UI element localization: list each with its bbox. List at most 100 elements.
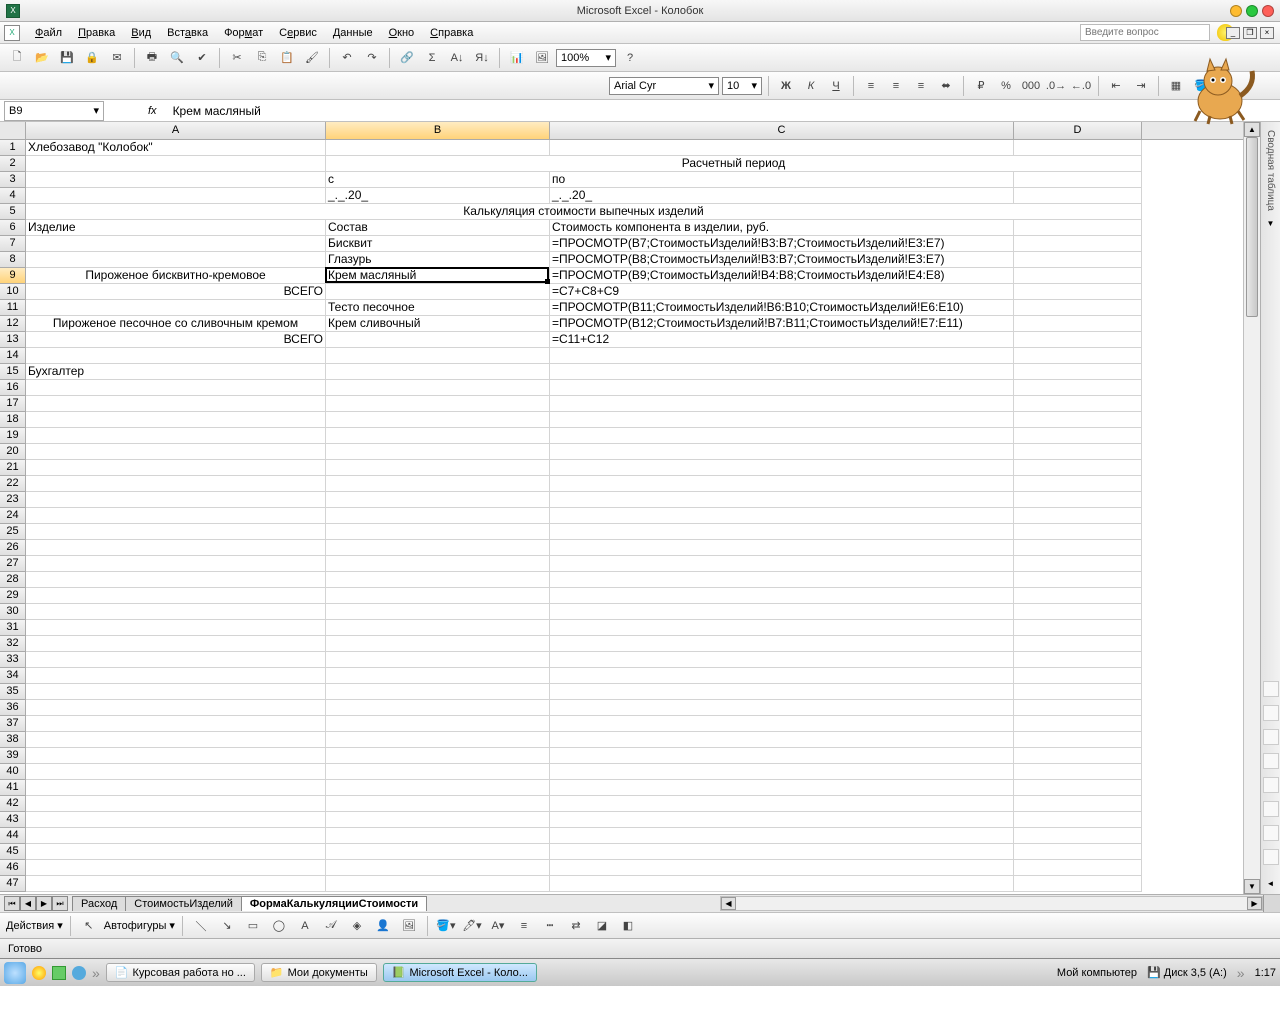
permission-button[interactable]: 🔒 [81,47,103,69]
cell[interactable] [326,620,550,636]
cell[interactable] [550,748,1014,764]
fx-label[interactable]: fx [148,105,157,117]
cell[interactable] [550,812,1014,828]
cell[interactable] [26,732,326,748]
cell[interactable] [26,524,326,540]
menu-view[interactable]: Вид [124,25,158,41]
doc-restore-button[interactable]: ❐ [1243,27,1257,39]
cell[interactable] [1014,588,1142,604]
cell[interactable]: ВСЕГО [26,332,326,348]
row-header[interactable]: 4 [0,188,26,204]
sheet-tab-rashod[interactable]: Расход [72,896,126,911]
close-button[interactable] [1262,5,1274,17]
email-button[interactable]: ✉ [106,47,128,69]
sidepane-icon[interactable] [1263,849,1279,865]
cell[interactable]: =ПРОСМОТР(B11;СтоимостьИзделий!B6:B10;Ст… [550,300,1014,316]
cell[interactable] [1014,716,1142,732]
cell[interactable] [326,140,550,156]
cell[interactable] [550,540,1014,556]
row-header[interactable]: 44 [0,828,26,844]
cell[interactable] [326,460,550,476]
cell[interactable] [26,508,326,524]
cell[interactable] [550,140,1014,156]
cell[interactable] [550,380,1014,396]
cell[interactable] [26,396,326,412]
cell[interactable] [26,588,326,604]
cell[interactable] [1014,796,1142,812]
cell[interactable]: Тесто песочное [326,300,550,316]
sort-desc-button[interactable]: Я↓ [471,47,493,69]
tray-icon[interactable] [52,966,66,980]
print-button[interactable]: 🖶 [141,47,163,69]
menu-edit[interactable]: Правка [71,25,122,41]
cell[interactable] [26,796,326,812]
row-header[interactable]: 42 [0,796,26,812]
select-all-corner[interactable] [0,122,26,140]
cell[interactable] [1014,332,1142,348]
cell[interactable] [550,796,1014,812]
percent-button[interactable]: % [995,75,1017,97]
menu-window[interactable]: Окно [382,25,422,41]
cell[interactable] [550,732,1014,748]
sidepane-icon[interactable] [1263,729,1279,745]
oval-button[interactable]: ◯ [268,915,290,937]
cell[interactable]: =ПРОСМОТР(B9;СтоимостьИзделий!B4:B8;Стои… [550,268,1014,284]
cell[interactable]: =ПРОСМОТР(B8;СтоимостьИзделий!B3:B7;Стои… [550,252,1014,268]
cell[interactable] [1014,220,1142,236]
cell[interactable] [26,844,326,860]
cell[interactable] [26,572,326,588]
cell[interactable] [326,780,550,796]
cell[interactable] [326,732,550,748]
cell[interactable] [550,348,1014,364]
font-color-button[interactable]: A▾ [487,915,509,937]
sheet-tab-stoimost[interactable]: СтоимостьИзделий [125,896,242,911]
cell[interactable] [326,572,550,588]
zoom-combo[interactable]: 100%▾ [556,49,616,67]
row-header[interactable]: 16 [0,380,26,396]
cell[interactable] [1014,444,1142,460]
doc-minimize-button[interactable]: _ [1226,27,1240,39]
cell[interactable] [1014,492,1142,508]
cell[interactable] [326,844,550,860]
spreadsheet-grid[interactable]: A B C D 1Хлебозавод "Колобок"2Расчетный … [0,122,1243,894]
cell[interactable] [26,636,326,652]
cell[interactable] [1014,812,1142,828]
cell[interactable] [326,764,550,780]
row-header[interactable]: 40 [0,764,26,780]
minimize-button[interactable] [1230,5,1242,17]
row-header[interactable]: 25 [0,524,26,540]
sidepane-icon[interactable] [1263,681,1279,697]
menu-format[interactable]: Формат [217,25,270,41]
cell[interactable] [326,444,550,460]
cell[interactable] [550,828,1014,844]
col-header-b[interactable]: B [326,122,550,140]
row-header[interactable]: 47 [0,876,26,892]
row-header[interactable]: 11 [0,300,26,316]
tray-chevron[interactable]: » [1237,965,1245,981]
cell[interactable] [1014,524,1142,540]
line-style-button[interactable]: ≡ [513,915,535,937]
cell[interactable] [26,300,326,316]
cell[interactable] [1014,844,1142,860]
cell[interactable] [1014,300,1142,316]
cell[interactable] [26,668,326,684]
cell[interactable] [550,716,1014,732]
shadow-button[interactable]: ◪ [591,915,613,937]
cell[interactable] [26,828,326,844]
row-header[interactable]: 27 [0,556,26,572]
sidepane-icon[interactable] [1263,753,1279,769]
cell[interactable] [550,588,1014,604]
taskbar-item-word[interactable]: 📄 Курсовая работа но ... [106,963,255,982]
sidepane-icon[interactable] [1263,777,1279,793]
line-color-button[interactable]: 🖊▾ [461,915,483,937]
cell[interactable]: Бухгалтер [26,364,326,380]
taskbar-item-docs[interactable]: 📁 Мои документы [261,963,377,982]
sheet-tab-forma[interactable]: ФормаКалькуляцииСтоимости [241,896,427,911]
cell[interactable] [550,556,1014,572]
cell[interactable] [26,172,326,188]
cell[interactable] [550,476,1014,492]
cell[interactable] [326,828,550,844]
cell[interactable]: =ПРОСМОТР(B7;СтоимостьИзделий!B3:B7;Стои… [550,236,1014,252]
cell[interactable]: Стоимость компонента в изделии, руб. [550,220,1014,236]
cell[interactable] [326,876,550,892]
